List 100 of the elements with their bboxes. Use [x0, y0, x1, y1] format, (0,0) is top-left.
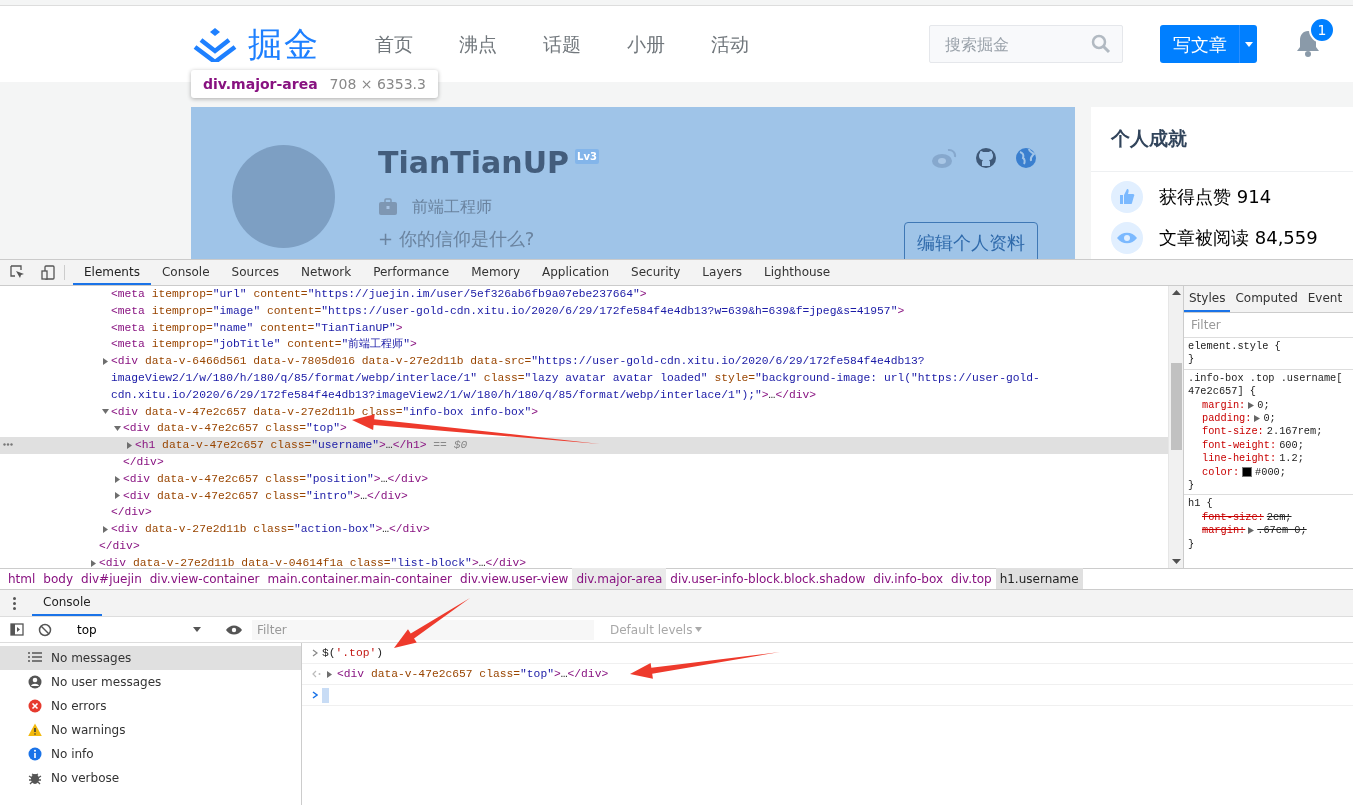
search-field[interactable]: 搜索掘金 — [929, 25, 1123, 63]
css-property-name: font-weight: — [1202, 438, 1277, 453]
dom-tree-row[interactable]: <div data-v-47e2c657 data-v-27e2d11b class="info-box info-box"> — [0, 403, 1168, 421]
breadcrumb-item[interactable]: main.container.main-container — [263, 568, 457, 590]
breadcrumb-item[interactable]: div.major-area — [572, 568, 667, 590]
dom-node-code: <div data-v-47e2c657 data-v-27e2d11b class="info-box info-box"> — [111, 404, 539, 420]
breadcrumb-item[interactable]: div.view-container — [145, 568, 264, 590]
dom-node-code: </div> — [111, 505, 152, 521]
breadcrumb-item[interactable]: div#juejin — [77, 568, 146, 590]
notification-badge: 1 — [1309, 17, 1335, 43]
devtools-tab[interactable]: Elements — [73, 260, 151, 285]
disclosure-triangle-icon[interactable] — [102, 358, 109, 366]
css-property-name: margin: — [1202, 524, 1246, 538]
devtools-tab[interactable]: Application — [531, 260, 621, 285]
eye-icon[interactable] — [226, 624, 242, 635]
css-rule-brace: } — [1188, 537, 1196, 552]
logo-text[interactable]: 掘金 — [248, 27, 320, 61]
tooltip-size: 708 × 6353.3 — [329, 74, 426, 94]
dom-tree-row[interactable]: </div> — [0, 453, 1168, 471]
nav-link[interactable]: 首页 — [375, 29, 413, 59]
console-sidebar-item[interactable]: No errors — [0, 694, 301, 718]
nav-link[interactable]: 小册 — [627, 29, 665, 59]
dom-tree-row[interactable]: <meta itemprop="url" content="https://juejin.im/user/5ef326ab6fb9a07ebe237664"> — [0, 286, 1168, 303]
console-filter-field[interactable]: Filter — [252, 619, 594, 640]
breadcrumb-item[interactable]: div.view.user-view — [456, 568, 573, 590]
disclosure-triangle-icon[interactable] — [102, 526, 109, 534]
devtools-tab[interactable]: Layers — [691, 260, 754, 285]
username: TianTianUP — [378, 145, 570, 181]
console-sidebar-item[interactable]: No user messages — [0, 670, 301, 694]
nav-link[interactable]: 活动 — [711, 29, 749, 59]
nav-link[interactable]: 沸点 — [459, 29, 497, 59]
dom-tree-row[interactable]: <div data-v-47e2c657 class="intro">…</div> — [0, 487, 1168, 505]
dom-tree-row[interactable]: <meta itemprop="name" content="TianTianUP"> — [0, 319, 1168, 337]
devtools-tab[interactable]: Network — [290, 260, 363, 285]
devtools-tab[interactable]: Performance — [362, 260, 461, 285]
console-sidebar-item[interactable]: No warnings — [0, 718, 301, 742]
disclosure-triangle-icon[interactable] — [126, 442, 133, 450]
info-icon — [28, 747, 42, 761]
breadcrumb-item[interactable]: h1.username — [995, 568, 1083, 590]
expand-triangle-icon[interactable] — [1248, 401, 1255, 409]
scroll-up-arrow-icon[interactable] — [1171, 290, 1181, 295]
console-sidebar-item[interactable]: No info — [0, 742, 301, 766]
css-property-value: 0; — [1257, 398, 1270, 413]
inspect-element-icon[interactable] — [10, 265, 25, 280]
stat-text: 文章被阅读 84,559 — [1159, 226, 1318, 250]
disclosure-triangle-icon[interactable] — [114, 425, 121, 433]
breadcrumb-item[interactable]: div.info-box — [869, 568, 947, 590]
dom-node-code: </div> — [99, 538, 140, 554]
sidebar-item-label: No errors — [51, 698, 107, 715]
dom-tree-row[interactable]: <meta itemprop="jobTitle" content="前端工程师"> — [0, 336, 1168, 354]
write-article-button[interactable]: 写文章 — [1160, 25, 1257, 63]
devtools-tab[interactable]: Lighthouse — [753, 260, 842, 285]
devtools-tab[interactable]: Console — [150, 260, 221, 285]
scrollbar-thumb[interactable] — [1170, 363, 1182, 450]
more-dots-icon[interactable] — [3, 443, 13, 447]
disclosure-triangle-icon[interactable] — [90, 559, 97, 567]
styles-tab[interactable]: Styles — [1184, 286, 1231, 312]
dom-tree-row[interactable]: <h1 data-v-47e2c657 class="username">…</h1> == $0 — [0, 437, 1168, 454]
breadcrumb-item[interactable]: body — [39, 568, 78, 590]
context-select[interactable]: top — [69, 619, 209, 640]
disclosure-triangle-icon[interactable] — [114, 492, 121, 500]
devtools-tab[interactable]: Sources — [220, 260, 291, 285]
devtools-tab[interactable]: Security — [620, 260, 692, 285]
styles-tab[interactable]: Computed — [1230, 286, 1303, 312]
sidebar-toggle-icon[interactable] — [10, 623, 24, 636]
disclosure-triangle-icon[interactable] — [102, 408, 109, 416]
device-toolbar-icon[interactable] — [41, 265, 56, 280]
console-sidebar-item[interactable]: No messages — [0, 646, 301, 670]
devtools-tab[interactable]: Memory — [460, 260, 531, 285]
css-selector: 47e2c657] { — [1188, 385, 1257, 399]
dom-tree-row[interactable]: </div> — [0, 504, 1168, 522]
styles-tab[interactable]: Event — [1302, 286, 1348, 312]
dom-tree-row[interactable]: <meta itemprop="image" content="https://user-gold-cdn.xitu.io/2020/6/29/172fe584f4e4db13?w=639&h=639&f=jpeg&s=41957"> — [0, 302, 1168, 320]
bug-icon — [28, 771, 42, 785]
breadcrumb-item[interactable]: div.user-info-block.block.shadow — [666, 568, 870, 590]
expand-triangle-icon[interactable] — [1254, 415, 1261, 423]
expand-triangle-icon[interactable] — [1248, 527, 1255, 535]
breadcrumb-item[interactable]: html — [4, 568, 40, 590]
drawer-tab[interactable]: Console — [32, 590, 102, 616]
clear-console-icon[interactable] — [38, 622, 52, 637]
disclosure-triangle-icon[interactable] — [326, 670, 333, 678]
dom-tree-row[interactable]: </div> — [0, 537, 1168, 555]
github-icon[interactable] — [975, 147, 997, 169]
breadcrumb-item[interactable]: div.top — [947, 568, 996, 590]
nav-link[interactable]: 话题 — [543, 29, 581, 59]
dom-tree-row[interactable]: <div data-v-27e2d11b data-v-04614f1a class="list-block">…</div> — [0, 554, 1168, 568]
list-icon — [28, 651, 42, 665]
dom-node-code: <div data-v-6466d561 data-v-7805d016 data-v-27e2d11b data-src="https://user-gold-cdn.xitu.io/2020/6/29/172fe584f4e4db13?imageView2/1/w/180/h/180/q/85/format/webp/interlace/1" class="lazy avatar avatar loaded" style="background-image: url("https://user-gold-cdn.xitu.io/2020/6/29/172fe584f4e4db13?imageView2/1/w/180/h/180/q/85/format/webp/interlace/1");">…</div> — [111, 354, 1041, 403]
dom-tree-row[interactable]: <div data-v-47e2c657 class="top"> — [0, 420, 1168, 438]
console-sidebar-item[interactable]: No verbose — [0, 766, 301, 790]
dom-tree-row[interactable]: <div data-v-27e2d11b class="action-box">…</div> — [0, 521, 1168, 538]
caret-icon — [193, 627, 201, 632]
scroll-down-arrow-icon[interactable] — [1171, 559, 1181, 564]
disclosure-triangle-icon[interactable] — [114, 475, 121, 483]
color-swatch-icon[interactable] — [1242, 467, 1253, 478]
dom-node-code: <div data-v-47e2c657 class="top"> — [123, 421, 347, 437]
dom-tree-row[interactable]: <div data-v-47e2c657 class="position">…</div> — [0, 470, 1168, 488]
warning-icon — [28, 723, 42, 737]
sidebar-item-label: No info — [51, 746, 94, 763]
more-menu-icon[interactable] — [13, 596, 16, 610]
